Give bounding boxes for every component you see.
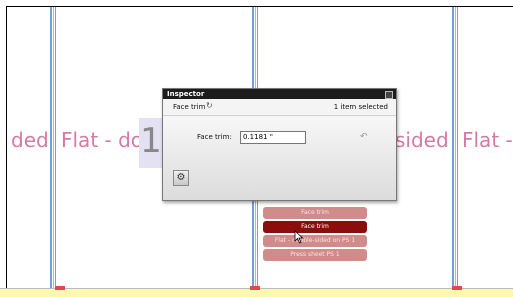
close-icon[interactable] bbox=[385, 91, 393, 99]
bleed-marker bbox=[250, 286, 260, 290]
inspector-title: Inspector bbox=[167, 90, 205, 98]
sheet-label: Flat - bbox=[462, 128, 513, 152]
inspector-header: Face trim ↻ 1 item selected bbox=[163, 99, 396, 116]
face-trim-input[interactable] bbox=[240, 131, 306, 144]
canvas-left-border bbox=[6, 6, 7, 292]
mouse-cursor-icon bbox=[294, 230, 304, 244]
gear-icon[interactable]: ⚙ bbox=[173, 170, 189, 186]
inspector-body: Face trim: ↶ ⚙ bbox=[163, 116, 396, 200]
menu-item-face-trim-active[interactable]: Face trim bbox=[263, 221, 367, 233]
guide-line bbox=[50, 7, 56, 288]
inspector-panel: Inspector Face trim ↻ 1 item selected Fa… bbox=[162, 88, 397, 201]
menu-item-flat-double-sided[interactable]: Flat - double-sided on PS 1 bbox=[263, 235, 367, 247]
undo-icon[interactable]: ↶ bbox=[360, 132, 368, 142]
face-trim-label: Face trim: bbox=[197, 133, 232, 141]
section-label: Face trim bbox=[173, 103, 206, 111]
selection-status: 1 item selected bbox=[333, 103, 388, 111]
guide-line bbox=[452, 7, 458, 288]
menu-item-press-sheet[interactable]: Press sheet PS 1 bbox=[263, 249, 367, 261]
inspector-title-bar[interactable]: Inspector bbox=[163, 89, 396, 99]
bleed-marker bbox=[55, 286, 65, 290]
sheet-label: sided bbox=[395, 128, 449, 152]
sheet-label: ded bbox=[11, 128, 49, 152]
refresh-icon[interactable]: ↻ bbox=[206, 102, 214, 110]
bleed-marker bbox=[452, 286, 462, 290]
page-number-marker: 1 bbox=[139, 118, 163, 168]
canvas-top-border bbox=[6, 6, 513, 7]
menu-item-face-trim[interactable]: Face trim bbox=[263, 207, 367, 219]
